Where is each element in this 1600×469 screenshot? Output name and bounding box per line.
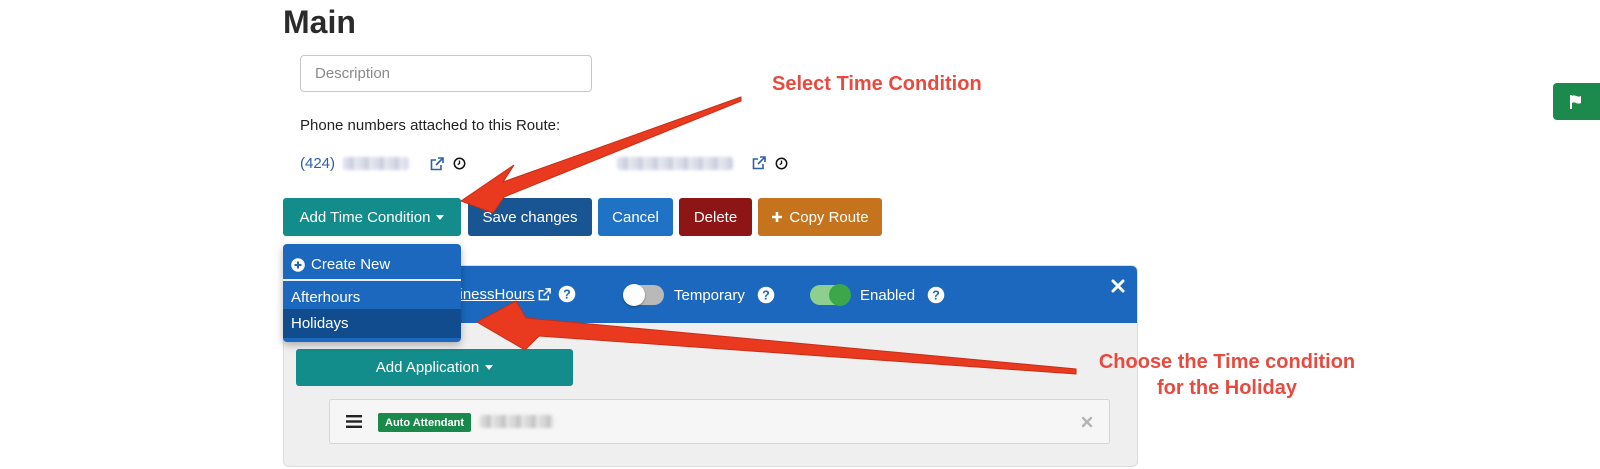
hamburger-icon[interactable] [346, 415, 362, 428]
phones-label: Phone numbers attached to this Route: [300, 117, 561, 134]
external-link-icon[interactable] [537, 287, 552, 302]
save-changes-button[interactable]: Save changes [468, 198, 592, 236]
auto-attendant-badge: Auto Attendant [378, 413, 472, 432]
caret-down-icon [436, 214, 445, 220]
add-time-condition-label: Add Time Condition [299, 208, 431, 226]
add-application-label: Add Application [375, 359, 480, 376]
copy-route-label: Copy Route [789, 208, 869, 226]
caret-down-icon [485, 365, 494, 370]
question-circle-icon[interactable]: ? [757, 286, 775, 304]
temporary-toggle-group: Temporary ? [623, 284, 775, 306]
phone-number-link[interactable]: (424) [300, 155, 335, 172]
afterhours-label: Afterhours [291, 289, 361, 306]
annotation-line-2: for the Holiday [1156, 377, 1297, 399]
external-link-icon[interactable] [429, 156, 445, 172]
add-time-condition-button[interactable]: Add Time Condition [283, 198, 461, 236]
phone-number-row: (424) [300, 155, 466, 172]
dropdown-item-afterhours[interactable]: Afterhours [283, 283, 461, 312]
svg-text:?: ? [762, 288, 770, 302]
dropdown-item-holidays[interactable]: Holidays [283, 309, 461, 338]
plus-circle-icon [291, 257, 305, 272]
clock-icon[interactable] [453, 157, 466, 170]
page-title: Main [283, 4, 356, 40]
application-row: Auto Attendant [329, 399, 1110, 444]
annotation-line-1: Choose the Time condition [1098, 351, 1356, 373]
phone-number-row [617, 155, 788, 171]
add-application-button[interactable]: Add Application [296, 349, 573, 386]
time-condition-dropdown: Create New Afterhours Holidays [283, 244, 461, 342]
annotation-select-time-condition: Select Time Condition [772, 73, 982, 95]
temporary-toggle[interactable] [623, 284, 664, 306]
flag-button[interactable] [1553, 83, 1600, 120]
delete-label: Delete [693, 208, 738, 226]
close-icon[interactable] [1111, 279, 1125, 293]
flag-icon [1570, 94, 1581, 109]
plus-icon [772, 212, 783, 222]
question-circle-icon[interactable]: ? [927, 286, 945, 304]
redacted-phone-number [617, 156, 733, 170]
dropdown-divider [283, 279, 461, 281]
cancel-label: Cancel [612, 208, 659, 226]
business-hours-link[interactable]: sinessHours [452, 286, 535, 303]
save-changes-label: Save changes [482, 208, 578, 226]
enabled-toggle[interactable] [810, 284, 851, 306]
create-new-label: Create New [311, 256, 391, 273]
temporary-label: Temporary [674, 286, 745, 304]
external-link-icon[interactable] [751, 155, 767, 171]
delete-button[interactable]: Delete [679, 198, 752, 236]
question-circle-icon[interactable]: ? [558, 285, 576, 303]
holidays-label: Holidays [291, 315, 349, 332]
redacted-application-name [480, 415, 554, 428]
enabled-label: Enabled [860, 286, 916, 304]
description-input[interactable] [300, 55, 592, 92]
redacted-phone-number [343, 157, 410, 170]
annotation-choose-time-condition: Choose the Time condition for the Holida… [1082, 349, 1372, 401]
svg-text:?: ? [563, 287, 571, 301]
cancel-button[interactable]: Cancel [598, 198, 673, 236]
clock-icon[interactable] [775, 157, 788, 170]
enabled-toggle-group: Enabled ? [810, 284, 945, 306]
business-hours-item: sinessHours ? [452, 285, 576, 303]
svg-text:?: ? [932, 288, 940, 302]
dropdown-item-create-new[interactable]: Create New [283, 250, 461, 279]
remove-icon[interactable] [1081, 416, 1093, 428]
copy-route-button[interactable]: Copy Route [758, 198, 882, 236]
